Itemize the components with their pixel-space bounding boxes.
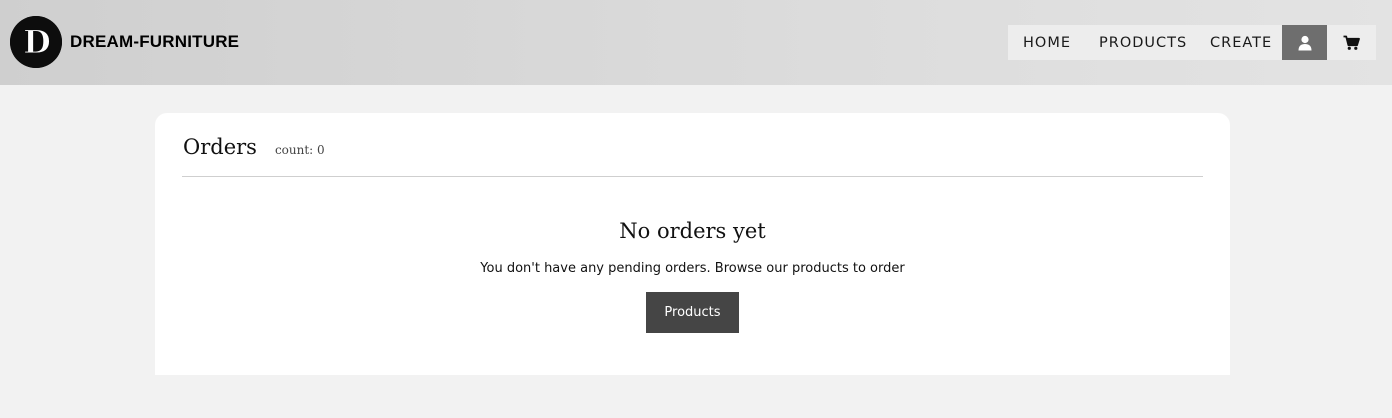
brand-name[interactable]: DREAM-FURNITURE [70,32,239,52]
brand[interactable]: D DREAM-FURNITURE [10,16,239,68]
orders-count: count: 0 [274,143,325,157]
top-navbar: D DREAM-FURNITURE HOME PRODUCTS CREATE [0,0,1392,85]
empty-state-message: You don't have any pending orders. Brows… [480,261,905,276]
svg-text:D: D [23,23,51,61]
nav-products-link[interactable]: PRODUCTS [1099,25,1210,60]
cart-icon [1343,35,1360,50]
divider [182,176,1203,177]
logo-d-icon: D [10,16,62,68]
nav-cart-button[interactable] [1327,25,1376,60]
products-button[interactable]: Products [646,292,739,333]
nav-home-link[interactable]: HOME [1008,25,1099,60]
brand-logo[interactable]: D [10,16,62,68]
nav-create-link[interactable]: CREATE [1210,25,1282,60]
nav-user-button[interactable] [1282,25,1327,60]
empty-state-title: No orders yet [619,219,766,243]
orders-card: Orders count: 0 No orders yet You don't … [155,113,1230,375]
orders-header: Orders count: 0 [183,135,325,159]
page-title: Orders [183,135,257,159]
user-icon [1298,35,1311,50]
main-nav: HOME PRODUCTS CREATE [1008,25,1376,60]
